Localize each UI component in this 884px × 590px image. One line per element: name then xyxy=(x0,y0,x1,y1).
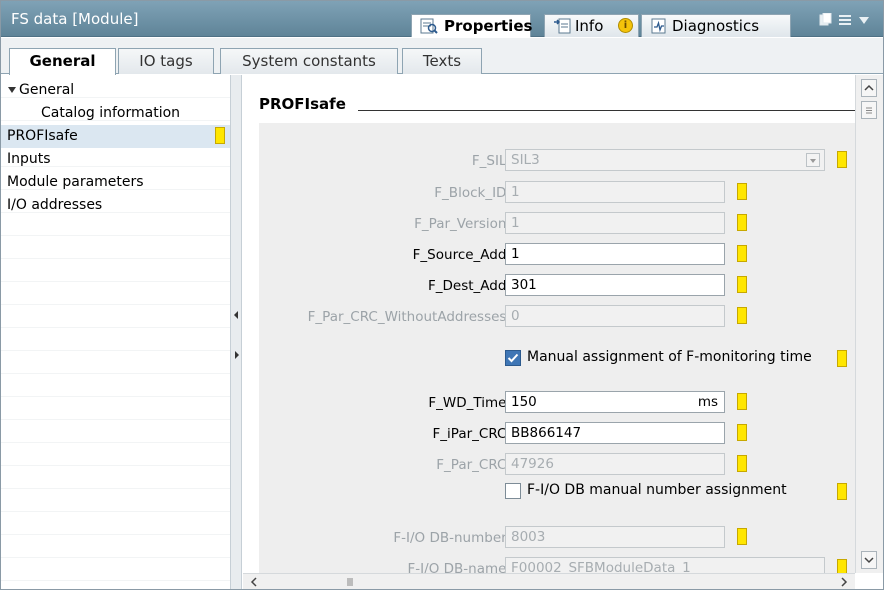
status-marker-icon xyxy=(737,528,747,545)
scroll-thumb[interactable] xyxy=(861,101,877,119)
navigation-tree: General Catalog information PROFIsafe In… xyxy=(1,75,230,589)
status-marker-icon xyxy=(737,214,747,231)
f-ipar-crc-field[interactable]: BB866147 xyxy=(505,422,725,444)
chevron-left-icon[interactable] xyxy=(249,576,259,588)
f-block-id-field[interactable]: 1 xyxy=(505,181,725,203)
tab-system-constants-label: System constants xyxy=(242,52,376,70)
properties-window: FS data [Module] Properties Info i Diagn… xyxy=(0,0,884,590)
tab-texts[interactable]: Texts xyxy=(402,48,482,74)
f-wd-time-unit: ms xyxy=(697,394,718,410)
f-wd-time-value: 150 xyxy=(511,394,537,410)
horizontal-scrollbar[interactable] xyxy=(243,573,855,589)
tree-item-profisafe[interactable]: PROFIsafe xyxy=(1,125,230,148)
status-marker-icon xyxy=(837,559,847,573)
profisafe-panel: F_SIL: SIL3 F_Block_ID: 1 F_Par_Version:… xyxy=(259,123,855,573)
f-io-db-number-field[interactable]: 8003 xyxy=(505,526,725,548)
f-wd-time-field[interactable]: 150 ms xyxy=(505,391,725,413)
status-marker-icon xyxy=(737,424,747,441)
chevron-up-icon xyxy=(864,84,874,91)
window-title: FS data [Module] xyxy=(11,10,139,28)
window-controls-icon[interactable] xyxy=(819,13,871,27)
tree-item-label: Catalog information xyxy=(41,105,181,121)
f-sil-dropdown[interactable]: SIL3 xyxy=(505,149,825,171)
tab-system-constants[interactable]: System constants xyxy=(220,48,398,74)
scroll-down-button[interactable] xyxy=(861,551,877,569)
tree-item-label: Module parameters xyxy=(7,174,144,190)
expand-arrow-icon[interactable] xyxy=(8,87,16,93)
tab-properties[interactable]: Properties xyxy=(411,14,533,37)
tree-item-general[interactable]: General xyxy=(1,79,230,102)
tab-texts-label: Texts xyxy=(422,52,462,70)
status-marker-icon xyxy=(837,151,847,168)
f-par-version-label: F_Par_Version: xyxy=(414,216,511,232)
tab-general-label: General xyxy=(29,52,96,70)
tree-item-label: PROFIsafe xyxy=(7,128,78,144)
tab-properties-label: Properties xyxy=(444,17,533,35)
scroll-up-button[interactable] xyxy=(861,79,877,97)
tab-info[interactable]: Info i xyxy=(544,14,639,37)
f-io-db-number-label: F-I/O DB-number: xyxy=(393,530,511,546)
section-title: PROFIsafe xyxy=(259,95,346,113)
tree-item-label: Inputs xyxy=(7,151,51,167)
section-divider xyxy=(358,110,855,111)
f-source-add-label: F_Source_Add: xyxy=(412,247,511,263)
tab-diagnostics[interactable]: Diagnostics xyxy=(641,14,791,37)
tree-item-label: General xyxy=(19,82,75,98)
f-par-crc-label: F_Par_CRC: xyxy=(436,457,511,473)
tree-item-catalog-information[interactable]: Catalog information xyxy=(1,102,230,125)
manual-db-label: F-I/O DB manual number assignment xyxy=(527,482,787,498)
f-par-crc-field[interactable]: 47926 xyxy=(505,453,725,475)
f-wd-time-label: F_WD_Time: xyxy=(428,395,511,411)
status-marker-icon xyxy=(737,455,747,472)
f-par-version-field[interactable]: 1 xyxy=(505,212,725,234)
status-marker-icon xyxy=(215,127,225,144)
chevron-down-icon xyxy=(864,557,874,564)
title-bar: FS data [Module] Properties Info i Diagn… xyxy=(1,1,883,37)
vertical-scrollbar[interactable] xyxy=(855,75,883,573)
chevron-down-icon[interactable] xyxy=(806,153,820,167)
status-marker-icon xyxy=(737,307,747,324)
f-sil-value: SIL3 xyxy=(511,152,540,168)
properties-content: PROFIsafe F_SIL: SIL3 F_Block_ID: 1 F_Pa… xyxy=(243,75,855,573)
tab-diagnostics-label: Diagnostics xyxy=(672,17,760,35)
grip-icon xyxy=(866,107,872,114)
subtab-bar: General IO tags System constants Texts xyxy=(1,38,883,76)
tab-io-tags[interactable]: IO tags xyxy=(118,48,214,74)
tree-item-io-addresses[interactable]: I/O addresses xyxy=(1,194,230,217)
expand-right-icon[interactable] xyxy=(235,351,239,359)
collapse-left-icon[interactable] xyxy=(234,311,238,319)
tree-item-label: I/O addresses xyxy=(7,197,103,213)
manual-monitoring-checkbox[interactable] xyxy=(505,350,521,366)
diagnostics-icon xyxy=(651,18,666,34)
info-badge-icon: i xyxy=(618,18,633,33)
manual-db-checkbox[interactable] xyxy=(505,483,521,499)
pane-splitter[interactable] xyxy=(230,75,242,589)
tab-io-tags-label: IO tags xyxy=(139,52,193,70)
grip-icon[interactable] xyxy=(345,577,355,587)
f-source-add-field[interactable]: 1 xyxy=(505,243,725,265)
checkmark-icon xyxy=(507,353,519,363)
tree-item-module-parameters[interactable]: Module parameters xyxy=(1,171,230,194)
f-io-db-name-field[interactable]: F00002_SFBModuleData_1 xyxy=(505,557,825,573)
status-marker-icon xyxy=(837,350,847,367)
status-marker-icon xyxy=(837,483,847,500)
f-dest-add-field[interactable]: 301 xyxy=(505,274,725,296)
status-marker-icon xyxy=(737,276,747,293)
f-dest-add-label: F_Dest_Add: xyxy=(428,278,511,294)
f-par-crc-without-addresses-field[interactable]: 0 xyxy=(505,305,725,327)
chevron-right-icon[interactable] xyxy=(839,576,849,588)
tab-general[interactable]: General xyxy=(9,48,116,76)
tree-item-inputs[interactable]: Inputs xyxy=(1,148,230,171)
f-io-db-name-label: F-I/O DB-name: xyxy=(407,561,511,573)
status-marker-icon xyxy=(737,393,747,410)
info-icon xyxy=(554,18,571,34)
status-marker-icon xyxy=(737,183,747,200)
f-ipar-crc-label: F_iPar_CRC: xyxy=(432,426,511,442)
tab-info-label: Info xyxy=(575,17,604,35)
f-par-crc-without-addresses-label: F_Par_CRC_WithoutAddresses: xyxy=(307,309,511,325)
properties-icon xyxy=(420,18,438,34)
manual-monitoring-label: Manual assignment of F-monitoring time xyxy=(527,349,812,365)
f-block-id-label: F_Block_ID: xyxy=(434,185,511,201)
status-marker-icon xyxy=(737,245,747,262)
